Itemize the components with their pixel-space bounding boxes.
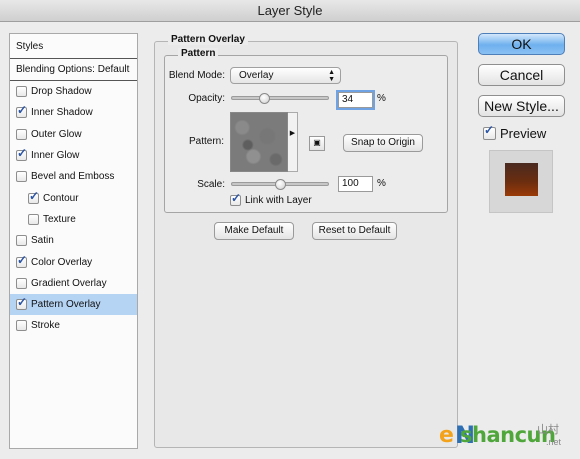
style-item-label: Color Overlay [31, 256, 93, 268]
pattern-picker-arrow-icon[interactable]: ▶ [288, 112, 298, 172]
style-item-pattern-overlay[interactable]: ✓ Pattern Overlay [10, 293, 137, 316]
check-icon: ✓ [231, 191, 242, 205]
watermark-cn: 山村 [537, 424, 559, 436]
scale-input[interactable]: 100 [338, 176, 373, 192]
style-checkbox[interactable]: ✓ [16, 171, 27, 183]
cancel-button[interactable]: Cancel [478, 64, 565, 86]
select-arrows-icon: ▲ ▼ [328, 69, 335, 83]
check-icon: ✓ [17, 252, 28, 267]
blend-mode-label: Blend Mode: [168, 70, 225, 81]
opacity-percent: % [377, 93, 386, 104]
style-item-gradient-overlay[interactable]: ✓ Gradient Overlay [10, 273, 137, 294]
style-item-label: Texture [43, 213, 76, 225]
style-item-label: Satin [31, 235, 54, 247]
link-with-layer-row[interactable]: ✓ Link with Layer [230, 191, 312, 206]
style-checkbox[interactable]: ✓ [28, 213, 39, 225]
opacity-label: Opacity: [188, 93, 225, 104]
reset-to-default-button[interactable]: Reset to Default [312, 222, 397, 240]
style-checkbox[interactable]: ✓ [16, 252, 28, 268]
style-checkbox[interactable]: ✓ [16, 146, 28, 162]
pattern-label: Pattern: [188, 136, 224, 147]
styles-list: Styles Blending Options: Default ✓Drop S… [9, 33, 138, 449]
window-title: Layer Style [257, 3, 323, 18]
style-item-outer-glow[interactable]: ✓ Outer Glow [10, 124, 137, 145]
opacity-input[interactable]: 34 [336, 90, 375, 110]
blend-mode-value: Overlay [239, 70, 274, 81]
style-item-label: Stroke [31, 320, 60, 332]
style-item-inner-shadow[interactable]: ✓ Inner Shadow [10, 102, 137, 123]
window-title-bar: Layer Style [0, 0, 580, 22]
new-preset-icon[interactable]: ▣ [309, 136, 325, 151]
style-checkbox[interactable]: ✓ [16, 103, 28, 119]
style-checkbox[interactable]: ✓ [28, 188, 40, 204]
link-with-layer-label: Link with Layer [245, 195, 312, 206]
style-item-label: Drop Shadow [31, 86, 92, 98]
style-item-drop-shadow[interactable]: ✓ Drop Shadow [10, 81, 137, 102]
style-item-label: Inner Glow [31, 150, 80, 162]
check-icon: ✓ [17, 103, 28, 118]
preview-checkbox[interactable]: ✓ [483, 123, 496, 140]
style-item-inner-glow[interactable]: ✓ Inner Glow [10, 145, 137, 166]
style-item-texture[interactable]: ✓ Texture [10, 209, 137, 230]
watermark-net: .net [546, 437, 562, 447]
style-checkbox[interactable]: ✓ [16, 128, 27, 140]
check-icon: ✓ [17, 146, 28, 161]
style-item-label: Outer Glow [31, 128, 82, 140]
style-item-label: Inner Shadow [31, 107, 93, 119]
style-checkbox[interactable]: ✓ [16, 86, 27, 98]
style-item-satin[interactable]: ✓ Satin [10, 230, 137, 251]
opacity-slider-track[interactable] [231, 96, 329, 100]
style-item-contour[interactable]: ✓ Contour [10, 187, 137, 208]
link-with-layer-checkbox[interactable]: ✓ [230, 191, 242, 206]
style-item-label: Pattern Overlay [31, 299, 101, 311]
style-checkbox[interactable]: ✓ [16, 320, 27, 332]
blend-mode-select[interactable]: Overlay ▲ ▼ [230, 67, 341, 84]
style-item-stroke[interactable]: ✓ Stroke [10, 315, 137, 336]
make-default-button[interactable]: Make Default [214, 222, 294, 240]
watermark-e: e [439, 423, 454, 448]
style-item-bevel-and-emboss[interactable]: ✓ Bevel and Emboss [10, 166, 137, 187]
style-item-color-overlay[interactable]: ✓ Color Overlay [10, 251, 137, 272]
preview-row[interactable]: ✓ Preview [483, 123, 547, 141]
preview-label: Preview [500, 126, 547, 141]
styles-header[interactable]: Styles [10, 34, 137, 59]
blending-options-item[interactable]: Blending Options: Default [10, 59, 137, 81]
check-icon: ✓ [29, 188, 40, 203]
pattern-subgroup-title: Pattern [178, 48, 219, 59]
style-checkbox[interactable]: ✓ [16, 295, 28, 311]
check-icon: ✓ [484, 123, 495, 137]
style-checkbox[interactable]: ✓ [16, 235, 27, 247]
scale-label: Scale: [197, 179, 225, 190]
check-icon: ✓ [17, 295, 28, 310]
style-item-label: Bevel and Emboss [31, 171, 115, 183]
new-style-button[interactable]: New Style... [478, 95, 565, 117]
style-item-label: Gradient Overlay [31, 277, 107, 289]
style-items: ✓Drop Shadow✓Inner Shadow✓Outer Glow✓Inn… [10, 81, 137, 337]
pattern-overlay-title: Pattern Overlay [168, 34, 248, 45]
preview-thumbnail [505, 163, 538, 196]
scale-percent: % [377, 178, 386, 189]
pattern-swatch[interactable] [230, 112, 288, 172]
style-item-label: Contour [43, 192, 79, 204]
scale-slider-thumb[interactable] [275, 179, 286, 190]
ok-button[interactable]: OK [478, 33, 565, 55]
snap-to-origin-button[interactable]: Snap to Origin [343, 134, 423, 152]
style-checkbox[interactable]: ✓ [16, 277, 27, 289]
